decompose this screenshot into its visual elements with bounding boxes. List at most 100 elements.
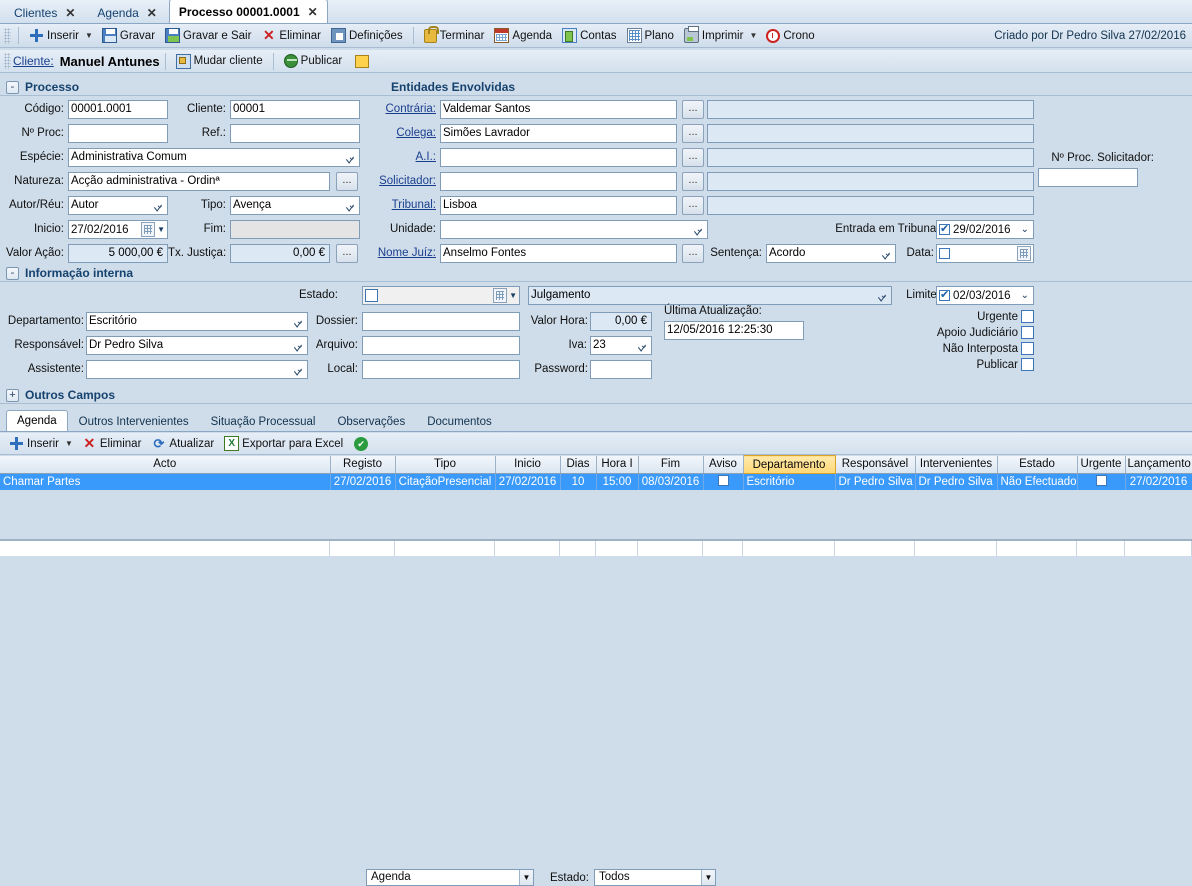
chevron-down-icon[interactable]: ⌄ xyxy=(1021,221,1029,240)
contas-button[interactable]: Contas xyxy=(557,26,621,46)
new-row-cell[interactable] xyxy=(743,541,835,556)
column-header-registo[interactable]: Registo xyxy=(330,455,396,474)
column-header-departamento[interactable]: Departamento xyxy=(742,455,836,474)
new-row-cell[interactable] xyxy=(997,541,1077,556)
estado-picker[interactable]: ▼ xyxy=(362,286,520,305)
column-header-aviso[interactable]: Aviso xyxy=(703,455,744,474)
new-row-cell[interactable] xyxy=(560,541,596,556)
new-row-cell[interactable] xyxy=(330,541,395,556)
info-interna-expander-toggle[interactable]: - xyxy=(6,266,19,280)
publicar-status-square-icon[interactable] xyxy=(355,54,370,68)
outros-campos-expander-toggle[interactable]: + xyxy=(6,388,19,402)
table-cell[interactable]: Dr Pedro Silva xyxy=(835,473,916,490)
table-cell[interactable]: CitaçãoPresencial xyxy=(395,473,496,490)
column-header-tipo[interactable]: Tipo xyxy=(395,455,496,474)
processo-expander-toggle[interactable]: - xyxy=(6,80,19,94)
table-row[interactable]: Chamar Partes 27/02/2016 CitaçãoPresencial… xyxy=(0,473,1192,490)
tribunal-extra-field[interactable] xyxy=(707,196,1034,215)
natureza-browse-button[interactable]: ... xyxy=(336,172,358,191)
ref-field[interactable] xyxy=(230,124,360,143)
natureza-field[interactable]: Acção administrativa - Ordinª xyxy=(68,172,330,191)
nproc-field[interactable] xyxy=(68,124,168,143)
tx-justica-browse-button[interactable]: ... xyxy=(336,244,358,263)
nao-interposta-checkbox[interactable] xyxy=(1021,342,1034,355)
mudar-cliente-button[interactable]: Mudar cliente xyxy=(171,51,268,71)
tipo-select[interactable]: Avença ⌄ xyxy=(230,196,360,215)
terminar-button[interactable]: Terminar xyxy=(419,25,490,46)
new-row-cell[interactable] xyxy=(638,541,703,556)
ai-link-label[interactable]: A.I.: xyxy=(378,151,436,163)
responsavel-select[interactable]: Dr Pedro Silva ⌄ xyxy=(86,336,308,355)
table-cell[interactable]: Dr Pedro Silva xyxy=(915,473,998,490)
column-header-estado[interactable]: Estado xyxy=(997,455,1078,474)
new-row-cell[interactable] xyxy=(0,541,330,556)
tribunal-browse-button[interactable]: ... xyxy=(682,196,704,215)
solicitador-extra-field[interactable] xyxy=(707,172,1034,191)
gravar-e-sair-button[interactable]: Gravar e Sair xyxy=(160,26,256,46)
valor-acao-field[interactable]: 5 000,00 € xyxy=(68,244,168,263)
inserir-dropdown-caret-icon[interactable]: ▼ xyxy=(85,31,93,40)
ai-browse-button[interactable]: ... xyxy=(682,148,704,167)
departamento-select[interactable]: Escritório ⌄ xyxy=(86,312,308,331)
urgente-checkbox[interactable] xyxy=(1021,310,1034,323)
new-row-cell[interactable] xyxy=(835,541,915,556)
tab-clientes[interactable]: Clientes ✕ xyxy=(4,1,85,23)
chevron-down-icon[interactable]: ⌄ xyxy=(1021,287,1029,306)
password-field[interactable] xyxy=(590,360,652,379)
new-row-cell[interactable] xyxy=(1077,541,1125,556)
tab-situacao-processual[interactable]: Situação Processual xyxy=(200,412,327,431)
column-header-lan-amento[interactable]: Lançamento xyxy=(1125,455,1192,474)
assistente-select[interactable]: ⌄ xyxy=(86,360,308,379)
sentenca-select[interactable]: Acordo ⌄ xyxy=(766,244,896,263)
table-cell[interactable]: 10 xyxy=(560,473,597,490)
definicoes-button[interactable]: Definições xyxy=(326,26,408,46)
column-header-acto[interactable]: Acto xyxy=(0,455,331,474)
tx-justica-field[interactable]: 0,00 € xyxy=(230,244,330,263)
publicar-button[interactable]: Publicar xyxy=(279,51,348,71)
new-row-cell[interactable] xyxy=(915,541,997,556)
arquivo-field[interactable] xyxy=(362,336,520,355)
inicio-date-picker[interactable]: 27/02/2016 ▼ xyxy=(68,220,168,239)
grid-empty-area[interactable] xyxy=(0,493,1192,541)
tab-agenda[interactable]: Agenda ✕ xyxy=(87,1,166,23)
table-cell[interactable] xyxy=(1077,473,1126,490)
column-header-respons-vel[interactable]: Responsável xyxy=(835,455,916,474)
table-cell[interactable]: Chamar Partes xyxy=(0,473,331,490)
grid-estado-select[interactable]: Todos ▼ xyxy=(594,869,716,886)
nproc-solicitador-field[interactable] xyxy=(1038,168,1138,187)
eliminar-button[interactable]: ✕ Eliminar xyxy=(256,26,326,46)
tribunal-link-label[interactable]: Tribunal: xyxy=(378,199,436,211)
chevron-down-icon[interactable]: ▼ xyxy=(509,291,517,300)
column-header-hora-i[interactable]: Hora I xyxy=(596,455,639,474)
grid-new-row-strip[interactable] xyxy=(0,541,1192,556)
table-cell[interactable]: 15:00 xyxy=(596,473,639,490)
tab-processo[interactable]: Processo 00001.0001 ✕ xyxy=(168,0,328,23)
grid-eliminar-button[interactable]: ✕ Eliminar xyxy=(77,434,147,454)
fim-field[interactable] xyxy=(230,220,360,239)
publicar-checkbox[interactable] xyxy=(1021,358,1034,371)
row-checkbox[interactable] xyxy=(1095,474,1107,486)
grid-view-select[interactable]: Agenda ▼ xyxy=(366,869,534,886)
grid-inserir-button[interactable]: Inserir xyxy=(4,434,64,454)
nome-juiz-browse-button[interactable]: ... xyxy=(682,244,704,263)
table-cell[interactable]: Escritório xyxy=(743,473,836,490)
crono-button[interactable]: Crono xyxy=(761,26,819,46)
gravar-button[interactable]: Gravar xyxy=(97,26,160,46)
table-cell[interactable]: 08/03/2016 xyxy=(638,473,704,490)
toolbar-grip-icon[interactable] xyxy=(4,27,11,44)
solicitador-field[interactable] xyxy=(440,172,677,191)
table-cell[interactable]: 27/02/2016 xyxy=(1125,473,1192,490)
imprimir-button[interactable]: Imprimir xyxy=(679,26,749,46)
iva-select[interactable]: 23 ⌄ xyxy=(590,336,652,355)
tab-observacoes[interactable]: Observações xyxy=(326,412,416,431)
column-header-intervenientes[interactable]: Intervenientes xyxy=(915,455,998,474)
calendar-icon[interactable] xyxy=(493,288,508,303)
imprimir-dropdown-caret-icon[interactable]: ▼ xyxy=(749,31,757,40)
tab-agenda-detail[interactable]: Agenda xyxy=(6,410,68,431)
column-header-urgente[interactable]: Urgente xyxy=(1077,455,1126,474)
calendar-icon[interactable] xyxy=(1017,246,1031,261)
solicitador-browse-button[interactable]: ... xyxy=(682,172,704,191)
chevron-down-icon[interactable]: ▼ xyxy=(157,225,165,234)
close-icon[interactable]: ✕ xyxy=(308,5,318,19)
table-cell[interactable]: 27/02/2016 xyxy=(495,473,561,490)
